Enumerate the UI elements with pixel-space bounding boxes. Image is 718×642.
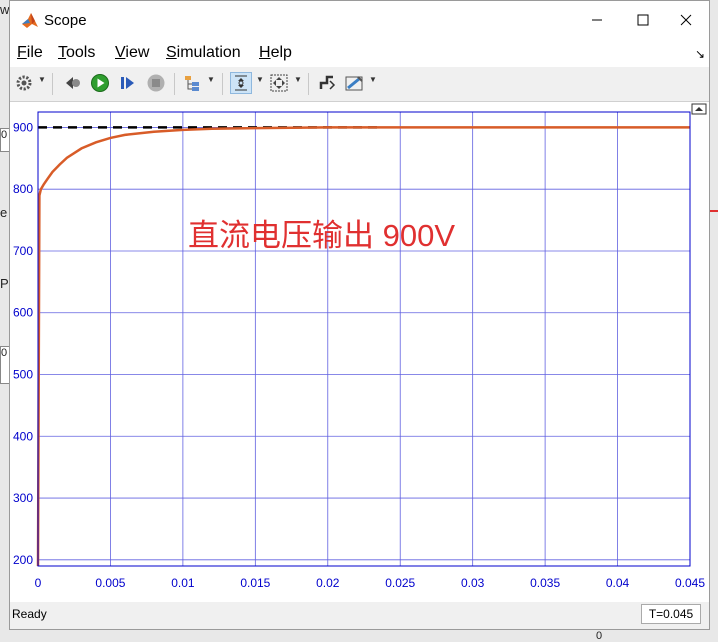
matlab-logo-icon — [20, 11, 40, 31]
title-bar[interactable]: Scope — [10, 1, 709, 39]
menu-tools[interactable]: Tools — [58, 44, 95, 62]
measure-icon[interactable] — [343, 72, 365, 94]
menu-view[interactable]: View — [115, 44, 149, 62]
plot-area — [10, 102, 709, 602]
style-icon[interactable] — [316, 72, 338, 94]
measure-dropdown-icon[interactable]: ▼ — [369, 75, 377, 84]
background-fragment-top: w — [0, 2, 10, 17]
menu-file[interactable]: File — [17, 44, 43, 62]
menu-simulation[interactable]: Simulation — [166, 44, 241, 62]
scope-window: Scope File Tools View Simulation Help ↘ … — [9, 0, 710, 630]
window-title: Scope — [44, 12, 87, 29]
dock-arrow-icon[interactable]: ↘ — [695, 47, 705, 61]
maximize-button[interactable] — [620, 1, 666, 39]
gear-dropdown-icon[interactable]: ▼ — [38, 75, 46, 84]
signal-dropdown-icon[interactable]: ▼ — [207, 75, 215, 84]
close-button[interactable] — [663, 1, 709, 39]
run-icon[interactable] — [89, 72, 111, 94]
background-fragment-5: 0 — [596, 630, 603, 642]
status-bar: Ready T=0.045 — [10, 602, 709, 629]
maximize-icon — [637, 14, 649, 26]
menu-help[interactable]: Help — [259, 44, 292, 62]
fit-dropdown-icon[interactable]: ▼ — [294, 75, 302, 84]
step-back-icon[interactable] — [62, 72, 84, 94]
minimize-icon — [592, 19, 602, 21]
fit-icon[interactable] — [268, 72, 290, 94]
gear-icon[interactable] — [13, 72, 35, 94]
minimize-button[interactable] — [574, 1, 620, 39]
step-forward-icon[interactable] — [117, 72, 139, 94]
simulation-time: T=0.045 — [641, 604, 701, 624]
status-text: Ready — [12, 607, 47, 621]
zoom-icon[interactable] — [230, 72, 252, 94]
stop-icon[interactable] — [145, 72, 167, 94]
background-fragment-2: e — [0, 205, 8, 220]
zoom-dropdown-icon[interactable]: ▼ — [256, 75, 264, 84]
menu-bar: File Tools View Simulation Help ↘ — [10, 39, 709, 67]
close-icon — [680, 14, 692, 26]
toolbar: ▼ ▼ ▼ ▼ ▼ — [10, 67, 709, 102]
signal-tree-icon[interactable] — [181, 72, 203, 94]
